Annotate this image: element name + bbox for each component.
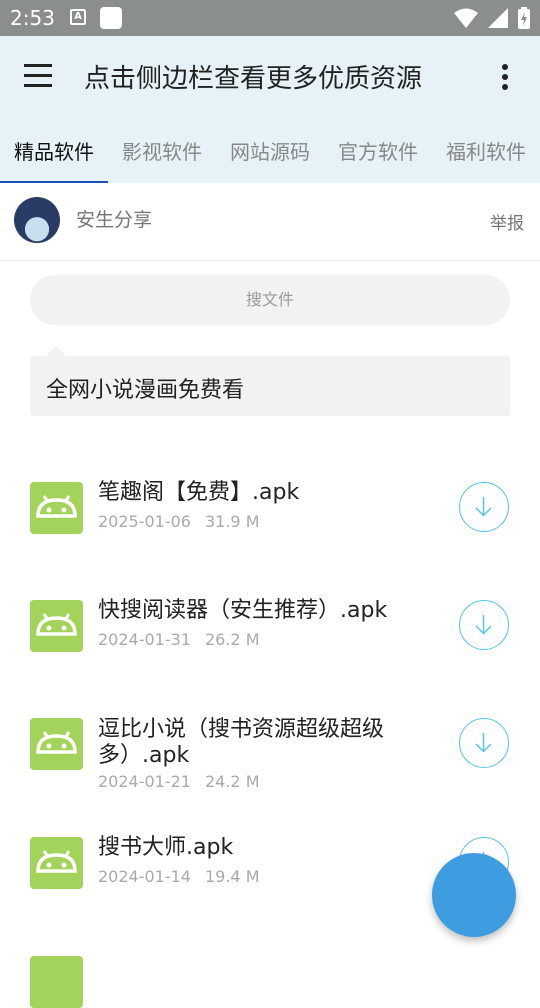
file-item[interactable]: 逗比小说（搜书资源超级超级多）.apk 2024-01-21 24.2 M (0, 706, 540, 806)
app-bar: 点击侧边栏查看更多优质资源 (0, 36, 540, 120)
floating-action-button[interactable] (432, 853, 516, 937)
signal-icon (488, 8, 508, 28)
report-link[interactable]: 举报 (490, 209, 524, 234)
file-date: 2024-01-21 (98, 772, 191, 791)
page-title: 点击侧边栏查看更多优质资源 (84, 64, 423, 94)
file-name: 快搜阅读器（安生推荐）.apk (98, 598, 388, 623)
tab-yingshi[interactable]: 影视软件 (108, 120, 216, 183)
notice-text: 全网小说漫画免费看 (46, 378, 245, 403)
avatar[interactable] (14, 197, 60, 243)
notice-bubble: 全网小说漫画免费看 (30, 346, 510, 416)
tab-guanfang[interactable]: 官方软件 (324, 120, 432, 183)
file-size: 26.2 M (204, 630, 260, 649)
tab-wangzhan[interactable]: 网站源码 (216, 120, 324, 183)
file-size: 24.2 M (204, 772, 260, 791)
wifi-icon (454, 8, 478, 28)
file-meta: 2025-01-06 31.9 M (98, 512, 260, 531)
tab-fuli[interactable]: 福利软件 (432, 120, 540, 183)
file-size: 31.9 M (204, 512, 260, 531)
file-size: 19.4 M (204, 867, 260, 886)
search-input[interactable]: 搜文件 (30, 275, 510, 325)
status-right-icons (454, 7, 530, 29)
android-icon (30, 600, 83, 652)
file-item[interactable]: 笔趣阁【免费】.apk 2025-01-06 31.9 M (0, 470, 540, 580)
file-meta: 2024-01-21 24.2 M (98, 772, 260, 791)
file-item[interactable]: 快搜阅读器（安生推荐）.apk 2024-01-31 26.2 M (0, 588, 540, 698)
download-icon[interactable] (459, 482, 509, 532)
download-icon[interactable] (459, 718, 509, 768)
user-row: 安生分享 举报 (0, 183, 540, 261)
battery-charging-icon (518, 7, 530, 29)
download-icon[interactable] (459, 600, 509, 650)
category-tabs: 精品软件 影视软件 网站源码 官方软件 福利软件 (0, 120, 540, 183)
file-meta: 2024-01-14 19.4 M (98, 867, 260, 886)
android-icon (30, 837, 83, 889)
more-vert-icon[interactable] (498, 64, 512, 94)
hamburger-menu-icon[interactable] (24, 64, 58, 94)
file-date: 2024-01-31 (98, 630, 191, 649)
file-date: 2025-01-06 (98, 512, 191, 531)
file-name: 笔趣阁【免费】.apk (98, 480, 300, 505)
notification-square-icon (100, 7, 122, 29)
status-bar: 2:53 A (0, 0, 540, 36)
android-icon (30, 482, 83, 534)
android-icon (30, 956, 83, 1008)
user-name[interactable]: 安生分享 (76, 205, 152, 232)
keyboard-a-icon: A (70, 9, 86, 25)
file-date: 2024-01-14 (98, 867, 191, 886)
tab-jingpin[interactable]: 精品软件 (0, 120, 108, 183)
file-name: 逗比小说（搜书资源超级超级多）.apk (98, 717, 385, 768)
file-meta: 2024-01-31 26.2 M (98, 630, 260, 649)
status-time: 2:53 (10, 6, 55, 30)
file-name: 搜书大师.apk (98, 835, 234, 860)
android-icon (30, 718, 83, 770)
